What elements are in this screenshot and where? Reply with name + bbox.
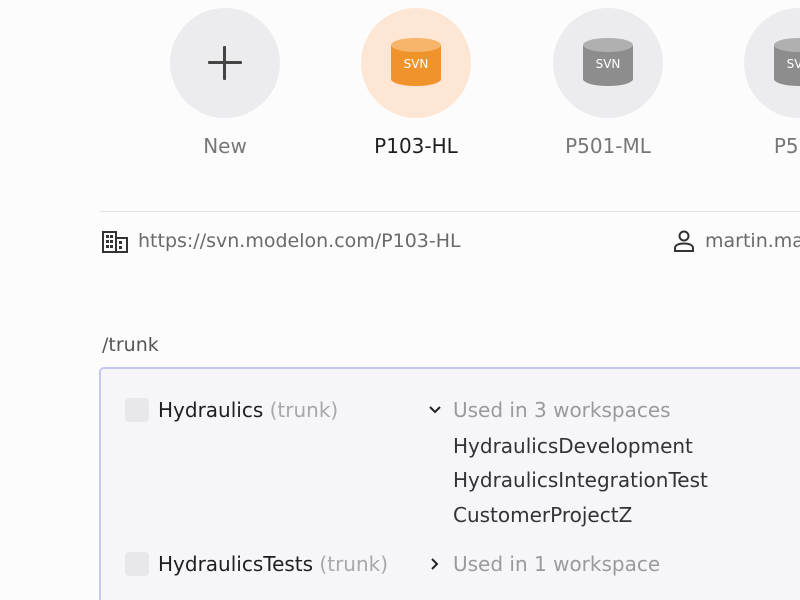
library-branch: (trunk) — [269, 398, 339, 422]
branch-path: /trunk — [102, 334, 159, 356]
usage-text: Used in 3 workspaces — [453, 398, 671, 422]
repository-circle[interactable]: SVN — [361, 8, 471, 118]
workspace-link[interactable]: HydraulicsDevelopment — [453, 432, 693, 460]
workspace-link[interactable]: HydraulicsIntegrationTest — [453, 466, 708, 494]
library-checkbox[interactable] — [125, 552, 149, 576]
repository-label: P502 — [773, 134, 800, 158]
divider — [100, 211, 800, 212]
library-row: Hydraulics (trunk) Used in 3 workspaces — [101, 396, 800, 426]
svn-database-icon: SVN — [583, 38, 633, 86]
library-title: HydraulicsTests — [158, 552, 314, 576]
repository-circle[interactable]: SVN — [744, 8, 800, 118]
repository-p103-hl[interactable]: SVN P103-HL — [360, 8, 472, 158]
library-row: HydraulicsTests (trunk) Used in 1 worksp… — [101, 550, 800, 580]
usage-text: Used in 1 workspace — [453, 552, 661, 576]
building-icon — [102, 231, 128, 253]
user-icon — [674, 230, 694, 252]
usage-toggle[interactable]: Used in 3 workspaces — [427, 396, 671, 424]
repository-label: New — [203, 134, 247, 158]
repository-circle[interactable]: SVN — [553, 8, 663, 118]
library-title: Hydraulics — [158, 398, 264, 422]
chevron-right-icon — [431, 558, 439, 570]
plus-icon — [208, 46, 242, 80]
usage-toggle[interactable]: Used in 1 workspace — [427, 550, 660, 578]
workspace-link[interactable]: CustomerProjectZ — [453, 501, 632, 529]
repository-url-row: https://svn.modelon.com/P103-HL — [102, 227, 461, 255]
library-name: HydraulicsTests (trunk) — [158, 550, 388, 578]
repository-url[interactable]: https://svn.modelon.com/P103-HL — [138, 230, 461, 252]
svn-badge: SVN — [787, 57, 800, 71]
library-branch: (trunk) — [319, 552, 389, 576]
repository-p502[interactable]: SVN P502 — [743, 8, 800, 158]
svn-badge: SVN — [596, 57, 621, 71]
repository-browser: New SVN P103-HL SVN P501-ML SVN — [0, 0, 800, 600]
library-panel: Hydraulics (trunk) Used in 3 workspaces … — [99, 367, 800, 600]
chevron-down-icon — [429, 406, 441, 414]
repository-p501-ml[interactable]: SVN P501-ML — [552, 8, 664, 158]
svn-database-icon: SVN — [391, 38, 441, 86]
library-name: Hydraulics (trunk) — [158, 396, 338, 424]
repository-user: martin.ma — [705, 230, 800, 252]
new-repository-circle[interactable] — [170, 8, 280, 118]
svn-database-icon: SVN — [774, 38, 800, 86]
svn-badge: SVN — [404, 57, 429, 71]
repository-label: P103-HL — [374, 134, 458, 158]
repository-label: P501-ML — [565, 134, 651, 158]
library-checkbox[interactable] — [125, 398, 149, 422]
new-repository-button[interactable]: New — [169, 8, 281, 158]
repository-user-row: martin.ma — [673, 227, 800, 255]
